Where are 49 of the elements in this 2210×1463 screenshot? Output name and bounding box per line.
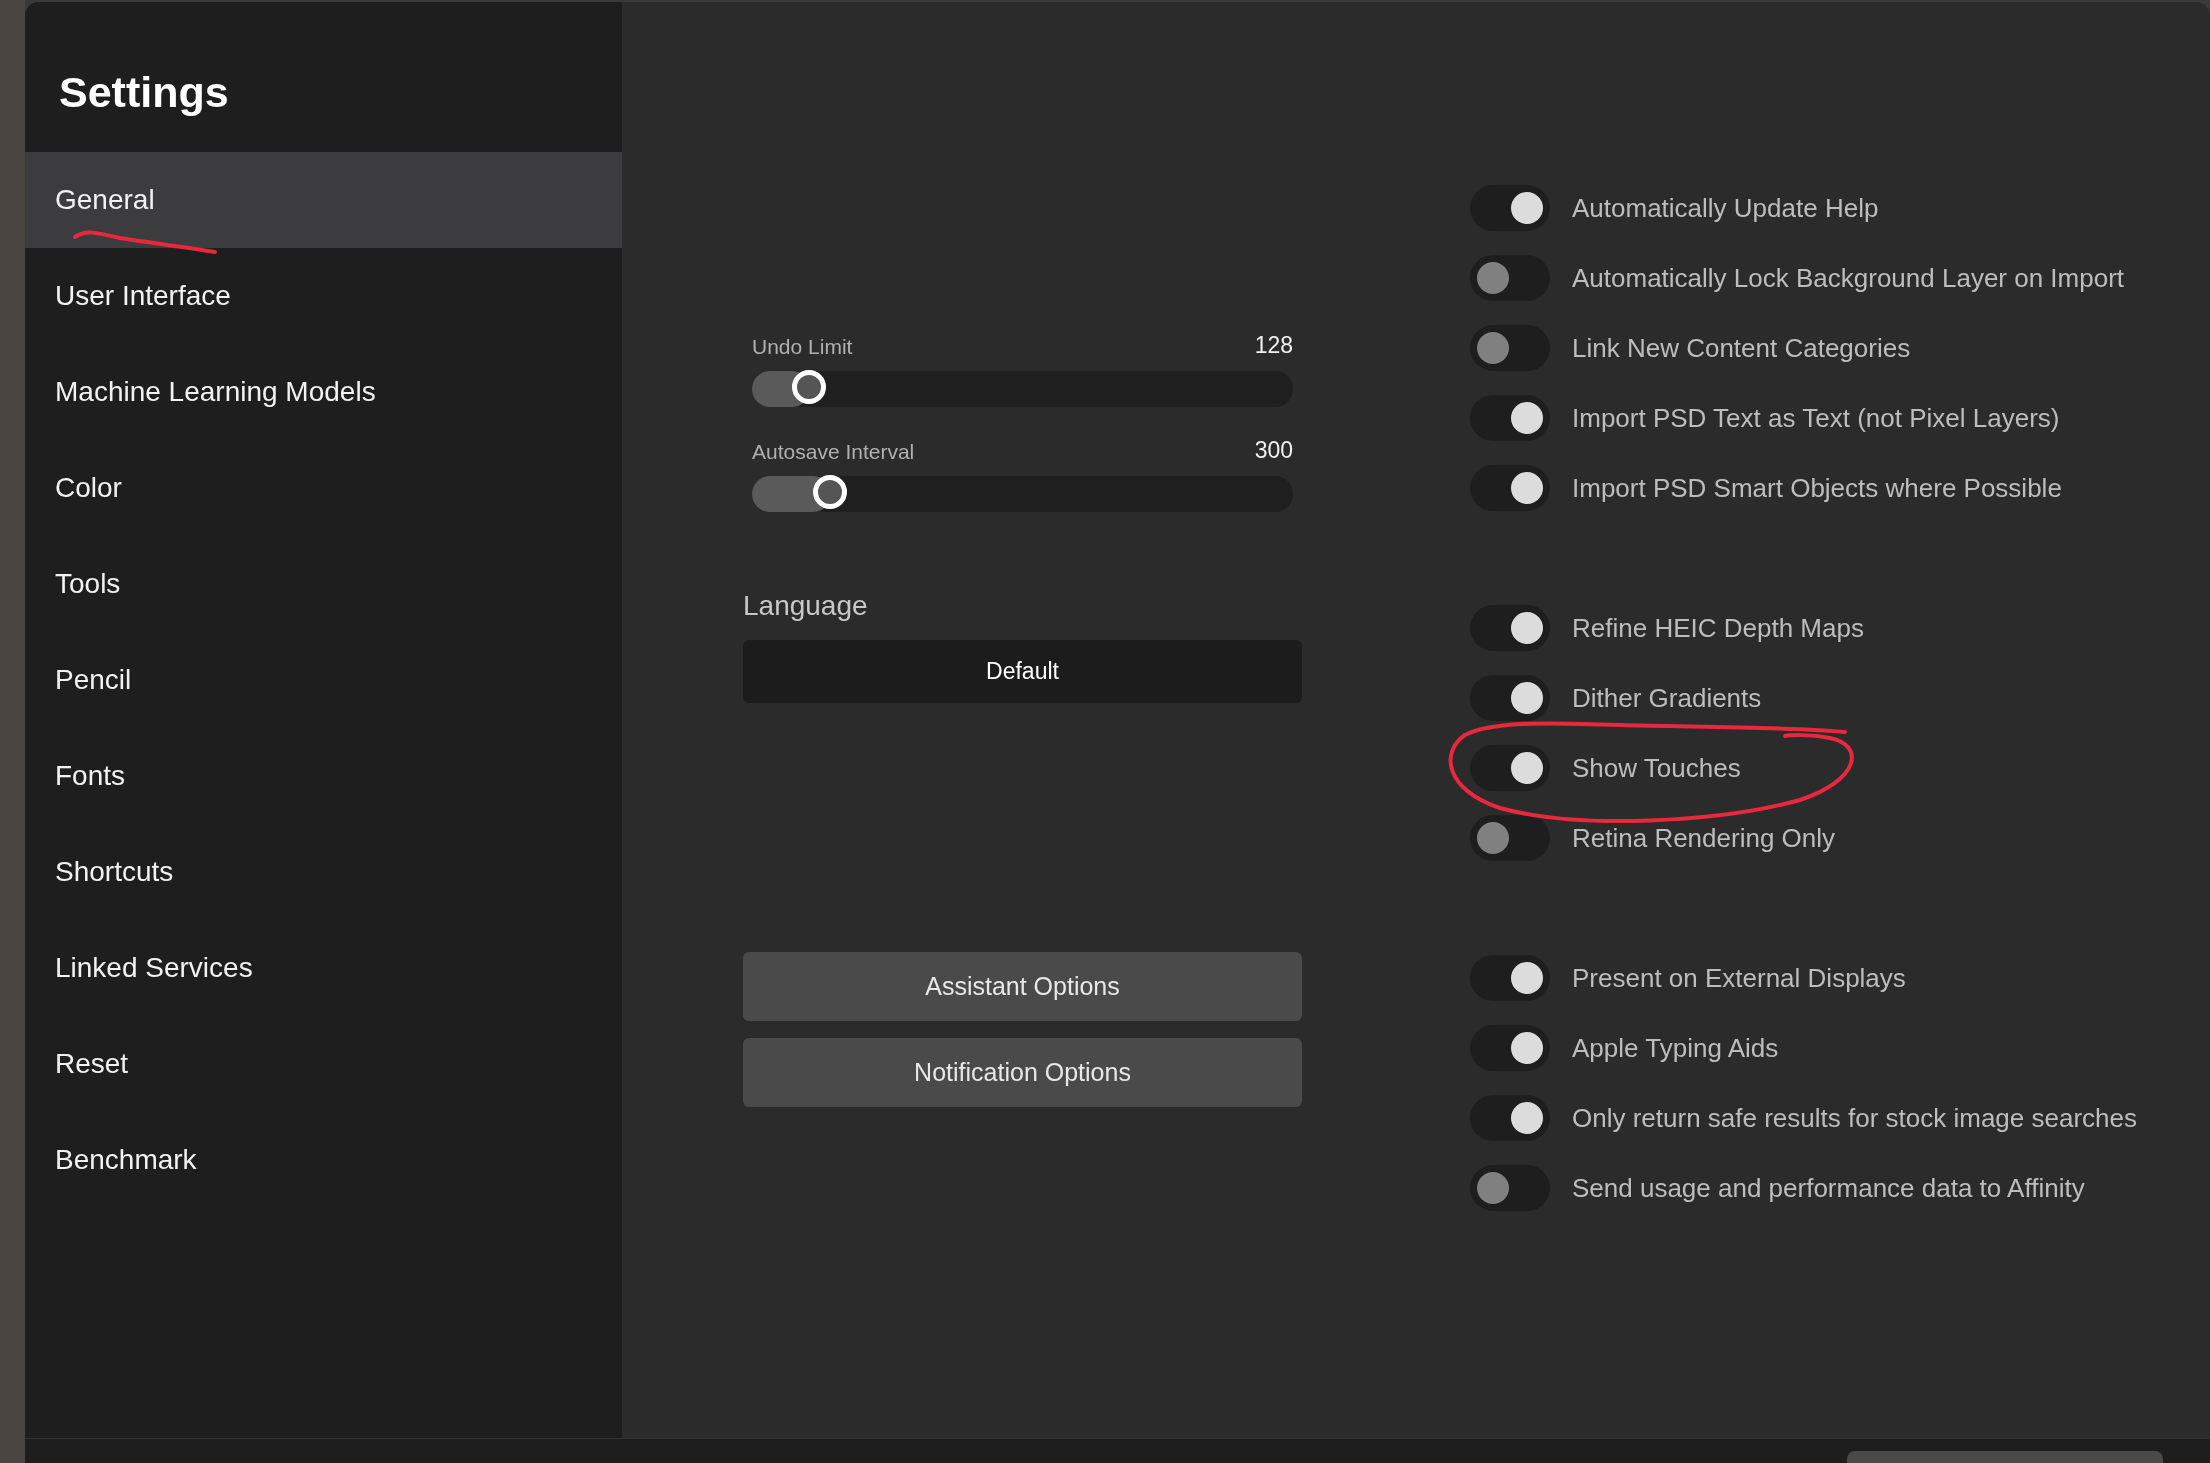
sidebar-item[interactable]: Benchmark: [25, 1112, 622, 1208]
toggle-switch[interactable]: [1470, 255, 1550, 301]
toggle-label: Send usage and performance data to Affinity: [1572, 1172, 2085, 1204]
slider-label: Undo Limit: [752, 335, 853, 359]
toggle-switch[interactable]: [1470, 185, 1550, 231]
sidebar-item[interactable]: Shortcuts: [25, 824, 622, 920]
sidebar-item[interactable]: Reset: [25, 1016, 622, 1112]
slider-label: Autosave Interval: [752, 440, 915, 464]
toggle-label: Link New Content Categories: [1572, 332, 1911, 364]
toggle-label: Present on External Displays: [1572, 962, 1906, 994]
window-title: Settings: [58, 67, 230, 118]
toggle-switch[interactable]: [1470, 675, 1550, 721]
sidebar-item[interactable]: Machine Learning Models: [25, 344, 622, 440]
sidebar-item[interactable]: Linked Services: [25, 920, 622, 1016]
toggle-label: Show Touches: [1572, 752, 1741, 784]
sidebar-item[interactable]: Pencil: [25, 632, 622, 728]
slider-thumb[interactable]: [792, 370, 827, 404]
slider-track[interactable]: [752, 371, 1293, 407]
toggle-switch[interactable]: [1470, 465, 1550, 511]
toggle-switch[interactable]: [1470, 745, 1550, 791]
toggle-switch[interactable]: [1470, 395, 1550, 441]
sidebar-item[interactable]: User Interface: [25, 248, 622, 344]
toggle-switch[interactable]: [1470, 815, 1550, 861]
toggle-switch[interactable]: [1470, 1165, 1550, 1211]
toggle-label: Only return safe results for stock image searches: [1572, 1102, 2137, 1134]
language-dropdown[interactable]: Default: [743, 640, 1302, 703]
options-button[interactable]: Assistant Options: [743, 952, 1302, 1021]
slider-track[interactable]: [752, 476, 1293, 512]
sidebar-item[interactable]: Color: [25, 440, 622, 536]
toggle-label: Refine HEIC Depth Maps: [1572, 612, 1864, 644]
toggle-label: Import PSD Smart Objects where Possible: [1572, 472, 2062, 504]
sidebar-item[interactable]: General: [25, 152, 622, 248]
toggle-switch[interactable]: [1470, 1025, 1550, 1071]
toggle-label: Automatically Lock Background Layer on Import: [1572, 262, 2125, 294]
options-button[interactable]: Notification Options: [743, 1038, 1302, 1107]
sidebar-item[interactable]: Fonts: [25, 728, 622, 824]
toggle-switch[interactable]: [1470, 325, 1550, 371]
toggle-label: Automatically Update Help: [1572, 192, 1879, 224]
language-label: Language: [743, 590, 869, 622]
slider-value: 300: [1254, 437, 1293, 464]
toggle-switch[interactable]: [1470, 605, 1550, 651]
toggle-label: Import PSD Text as Text (not Pixel Layers): [1572, 402, 2060, 434]
toggle-label: Apple Typing Aids: [1572, 1032, 1779, 1064]
toggle-label: Dither Gradients: [1572, 682, 1762, 714]
toggle-label: Retina Rendering Only: [1572, 822, 1836, 854]
toggle-switch[interactable]: [1470, 1095, 1550, 1141]
toggle-switch[interactable]: [1470, 955, 1550, 1001]
slider-value: 128: [1254, 332, 1293, 359]
sidebar-item[interactable]: Tools: [25, 536, 622, 632]
